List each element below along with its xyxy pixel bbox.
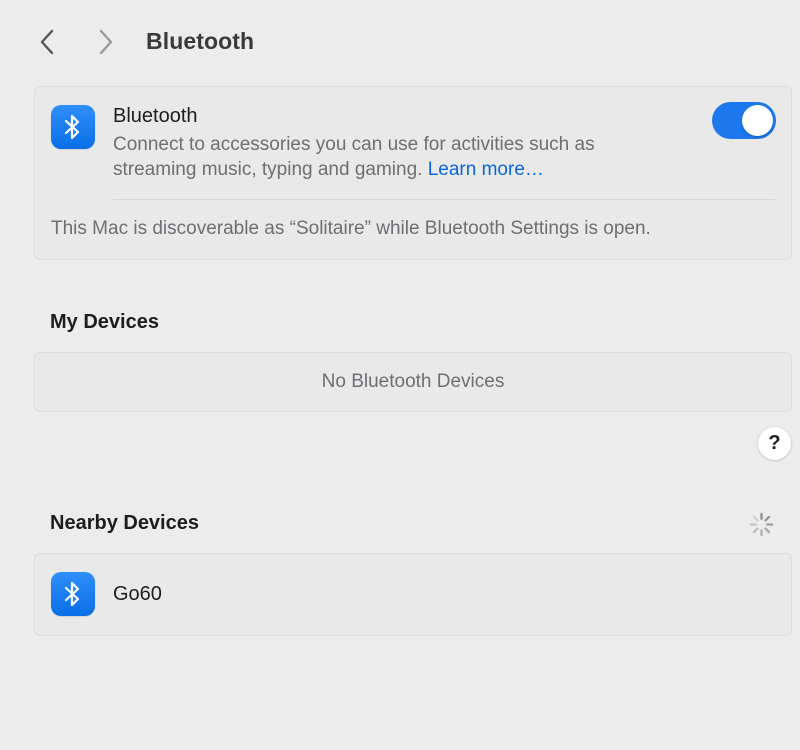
no-devices-message: No Bluetooth Devices xyxy=(321,371,505,392)
toolbar: Bluetooth xyxy=(0,0,800,84)
forward-button[interactable] xyxy=(92,27,120,57)
bluetooth-app-icon xyxy=(51,105,95,149)
help-button[interactable]: ? xyxy=(758,427,791,460)
bluetooth-toggle[interactable] xyxy=(712,102,776,139)
toggle-knob xyxy=(742,105,773,136)
device-icon xyxy=(51,572,95,616)
device-row-go60[interactable]: Go60 xyxy=(35,554,791,635)
my-devices-list: No Bluetooth Devices xyxy=(34,352,792,412)
bluetooth-settings-card: Bluetooth Connect to accessories you can… xyxy=(34,86,792,260)
learn-more-link[interactable]: Learn more… xyxy=(428,159,544,180)
divider xyxy=(113,199,775,200)
bluetooth-description: Connect to accessories you can use for a… xyxy=(113,132,673,182)
device-name: Go60 xyxy=(113,583,162,605)
page-title: Bluetooth xyxy=(146,28,255,54)
bluetooth-icon xyxy=(64,114,80,140)
nearby-devices-list: Go60 xyxy=(34,553,792,636)
back-button[interactable] xyxy=(33,27,61,57)
bluetooth-setting-title: Bluetooth xyxy=(113,105,198,127)
chevron-left-icon xyxy=(40,29,54,55)
discoverable-notice: This Mac is discoverable as “Solitaire” … xyxy=(51,218,651,239)
my-devices-heading: My Devices xyxy=(50,311,159,333)
spinner-icon xyxy=(749,512,774,537)
nearby-devices-heading: Nearby Devices xyxy=(50,512,199,534)
chevron-right-icon xyxy=(99,29,113,55)
bluetooth-icon xyxy=(64,581,80,607)
